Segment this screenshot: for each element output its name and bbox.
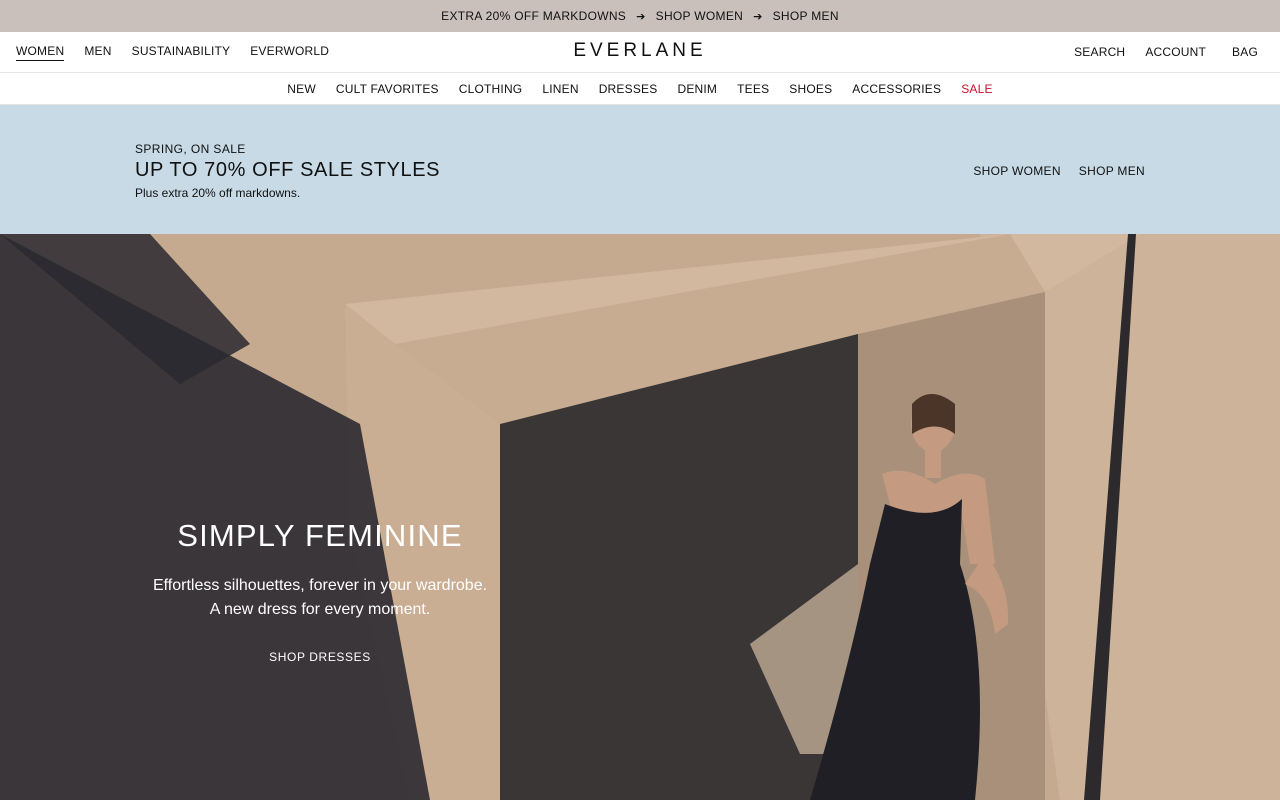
utility-nav: SEARCH ACCOUNT BAG xyxy=(1074,32,1258,72)
hero-line-2: A new dress for every moment. xyxy=(209,601,431,618)
sale-shop-men-link[interactable]: SHOP MEN xyxy=(1079,164,1145,178)
category-accessories[interactable]: ACCESSORIES xyxy=(852,82,941,96)
hero-title: SIMPLY FEMININE xyxy=(177,518,463,553)
promo-strip: EXTRA 20% OFF MARKDOWNS ➔ SHOP WOMEN ➔ S… xyxy=(0,0,1280,32)
category-linen[interactable]: LINEN xyxy=(542,82,578,96)
sale-headline: UP TO 70% OFF SALE STYLES xyxy=(135,159,441,181)
shop-dresses-button[interactable]: SHOP DRESSES xyxy=(269,650,371,664)
brand-logo[interactable]: EVERLANE xyxy=(573,40,706,62)
hero-line-1: Effortless silhouettes, forever in your … xyxy=(152,577,488,594)
sale-eyebrow: SPRING, ON SALE xyxy=(135,142,246,156)
primary-nav: WOMEN MEN SUSTAINABILITY EVERWORLD xyxy=(16,32,329,72)
account-link[interactable]: ACCOUNT xyxy=(1145,45,1206,59)
sale-banner: SPRING, ON SALE UP TO 70% OFF SALE STYLE… xyxy=(0,105,1280,234)
right-arrow-icon: ➔ xyxy=(636,10,646,23)
category-clothing[interactable]: CLOTHING xyxy=(459,82,523,96)
nav-men[interactable]: MEN xyxy=(84,44,111,60)
category-sale[interactable]: SALE xyxy=(961,82,993,96)
hero-description: Effortless silhouettes, forever in your … xyxy=(120,574,520,622)
category-cult-favorites[interactable]: CULT FAVORITES xyxy=(336,82,439,96)
right-arrow-icon: ➔ xyxy=(753,10,763,23)
promo-shop-men-link[interactable]: SHOP MEN xyxy=(773,9,839,23)
category-denim[interactable]: DENIM xyxy=(677,82,717,96)
site-header: WOMEN MEN SUSTAINABILITY EVERWORLD EVERL… xyxy=(0,32,1280,73)
category-shoes[interactable]: SHOES xyxy=(789,82,832,96)
category-dresses[interactable]: DRESSES xyxy=(599,82,658,96)
hero-copy: SIMPLY FEMININE Effortless silhouettes, … xyxy=(120,518,520,666)
hero-banner: SIMPLY FEMININE Effortless silhouettes, … xyxy=(0,234,1280,800)
nav-everworld[interactable]: EVERWORLD xyxy=(250,44,329,60)
promo-text: EXTRA 20% OFF MARKDOWNS xyxy=(441,9,627,23)
category-tees[interactable]: TEES xyxy=(737,82,769,96)
hero-image xyxy=(0,234,1280,800)
nav-women[interactable]: WOMEN xyxy=(16,44,65,61)
search-link[interactable]: SEARCH xyxy=(1074,45,1125,59)
promo-shop-women-link[interactable]: SHOP WOMEN xyxy=(656,9,743,23)
sale-links: SHOP WOMEN SHOP MEN xyxy=(973,164,1145,178)
bag-link[interactable]: BAG xyxy=(1232,45,1258,59)
sale-subtext: Plus extra 20% off markdowns. xyxy=(135,186,301,200)
sale-shop-women-link[interactable]: SHOP WOMEN xyxy=(973,164,1060,178)
nav-sustainability[interactable]: SUSTAINABILITY xyxy=(132,44,231,60)
category-new[interactable]: NEW xyxy=(287,82,316,96)
category-nav: NEW CULT FAVORITES CLOTHING LINEN DRESSE… xyxy=(0,73,1280,105)
